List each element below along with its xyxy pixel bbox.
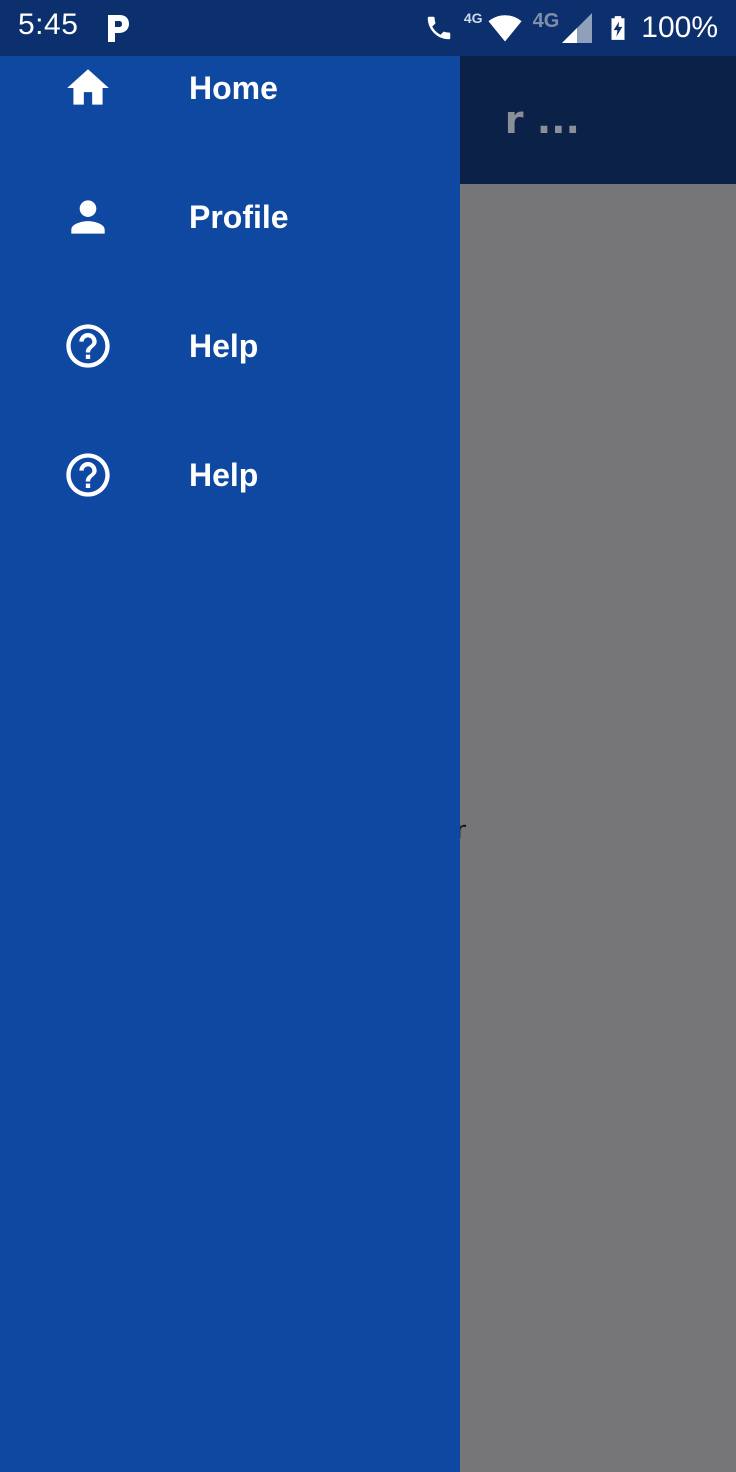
drawer-item-label: Help	[189, 456, 259, 493]
drawer-item-label: Help	[189, 327, 259, 364]
network-4g-label: 4G	[532, 10, 560, 32]
parking-p-icon	[108, 15, 129, 42]
drawer-item-label: Profile	[189, 198, 289, 235]
wifi-icon	[488, 15, 522, 42]
call-4g-label: 4G	[463, 10, 483, 26]
status-icons: 4G 4G 100%	[424, 8, 718, 48]
status-time: 5:45	[18, 8, 79, 41]
battery-charging-icon	[611, 16, 625, 40]
drawer-item-label: Home	[189, 69, 278, 106]
help-circle-icon	[62, 449, 114, 501]
home-icon	[62, 62, 114, 114]
help-circle-icon	[62, 320, 114, 372]
drawer-item-help-2[interactable]: Help	[0, 425, 460, 525]
person-icon	[62, 191, 114, 243]
drawer-item-help[interactable]: Help	[0, 296, 460, 396]
phone-call-icon	[427, 16, 451, 40]
battery-percentage: 100%	[641, 11, 718, 44]
signal-icon	[562, 13, 593, 43]
drawer-item-profile[interactable]: Profile	[0, 167, 460, 267]
status-bar: 5:45 4G 4G 100%	[0, 0, 736, 56]
navigation-drawer: Home Profile Help Help	[0, 56, 460, 1472]
